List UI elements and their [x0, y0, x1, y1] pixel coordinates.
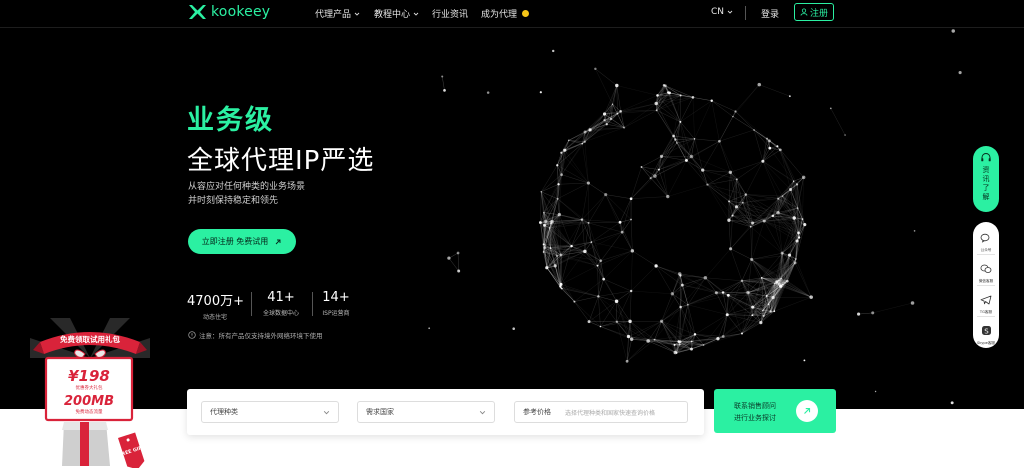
- nav-item-label: 行业资讯: [432, 10, 469, 20]
- telegram-service-button[interactable]: TG客服: [973, 290, 999, 315]
- price-label: 参考价格: [523, 408, 551, 416]
- stat-label: 动态住宅: [202, 314, 227, 321]
- user-icon: [800, 8, 808, 16]
- hero-subtitle-1: 从容应对任何种类的业务场景: [188, 182, 306, 192]
- country-select[interactable]: 需求国家: [357, 401, 495, 423]
- nav-item-become-agent[interactable]: 成为代理: [481, 7, 530, 20]
- stat-residential: 4700万+ 动态住宅: [187, 290, 244, 321]
- language-label: CN: [711, 7, 725, 17]
- language-selector[interactable]: CN: [711, 7, 733, 17]
- stat-label: 全球数据中心: [262, 310, 299, 317]
- contact-text: 联系销售顾问 进行业务探讨: [734, 400, 776, 424]
- chevron-down-icon: [479, 410, 486, 414]
- channel-label: Skype客服: [976, 341, 996, 345]
- reference-price-field[interactable]: 参考价格 选择代理种类和国家快速查询价格: [514, 401, 688, 423]
- stat-divider: [251, 292, 252, 316]
- stat-divider: [312, 292, 313, 316]
- divider: [977, 316, 995, 317]
- usage-notice: 注意：所有产品仅支持境外网络环境下使用: [188, 330, 323, 340]
- divider: [977, 285, 995, 286]
- kookeey-logo-icon: [189, 5, 206, 19]
- gift-price-caption: 优惠券大礼包: [76, 384, 103, 391]
- contact-line-2: 进行业务探讨: [734, 414, 776, 422]
- svg-text:S: S: [984, 327, 989, 335]
- proxy-type-label: 代理种类: [210, 408, 238, 416]
- hero-subtitle-2: 并时刻保持稳定和领先: [188, 196, 279, 206]
- channel-label: TG客服: [979, 310, 993, 314]
- stat-value: 14+: [322, 290, 350, 305]
- nav-item-news[interactable]: 行业资讯: [432, 7, 468, 20]
- wechat-service-button[interactable]: 微信客服: [973, 259, 999, 284]
- country-label: 需求国家: [366, 408, 394, 416]
- free-gift-tag: FREE GIFT: [118, 432, 146, 468]
- notice-text: 注意：所有产品仅支持境外网络环境下使用: [199, 332, 323, 340]
- hero-title: 全球代理IP严选: [187, 146, 375, 176]
- price-search-bar: 代理种类 需求国家 参考价格 选择代理种类和国家快速查询价格: [187, 389, 704, 435]
- coin-icon: [522, 10, 530, 17]
- cta-label: 立即注册 免费试用: [201, 237, 269, 246]
- nav-item-products[interactable]: 代理产品: [315, 7, 360, 20]
- chevron-down-icon: [354, 12, 360, 16]
- nav-divider: [745, 6, 746, 20]
- nav-item-label: 成为代理: [481, 10, 518, 20]
- channel-label: 微信客服: [978, 279, 994, 283]
- chevron-down-icon: [413, 12, 419, 16]
- official-account-button[interactable]: 公众号: [973, 228, 999, 253]
- channel-label: 公众号: [980, 248, 992, 252]
- register-button[interactable]: 注册: [794, 3, 834, 21]
- arrow-up-right-icon: [275, 239, 281, 244]
- nav-item-label: 教程中心: [374, 10, 411, 20]
- chevron-down-icon: [323, 410, 330, 414]
- contact-channels: 公众号 微信客服 TG客服 S Skype客服: [973, 222, 999, 348]
- divider: [977, 254, 995, 255]
- stat-datacenters: 41+ 全球数据中心: [259, 290, 303, 317]
- price-placeholder: 选择代理种类和国家快速查询价格: [565, 409, 656, 417]
- gift-amount-caption: 免费动态流量: [76, 408, 103, 415]
- top-nav: kookeey 代理产品 教程中心 行业资讯 成为代理 CN 登录 注册: [0, 0, 1024, 28]
- contact-line-1: 联系销售顾问: [734, 402, 776, 410]
- stat-value: 4700万+: [187, 294, 244, 309]
- free-gift-badge[interactable]: 免费领取试用礼包 ¥198 优惠券大礼包 200MB 免费动态流量 FREE G…: [30, 318, 150, 468]
- info-icon: [188, 331, 196, 339]
- proxy-type-select[interactable]: 代理种类: [201, 401, 339, 423]
- customer-support-button[interactable]: 资讯了解: [973, 146, 999, 212]
- register-free-trial-button[interactable]: 立即注册 免费试用: [188, 229, 296, 254]
- gift-amount: 200MB: [64, 394, 114, 409]
- support-label: 资讯了解: [982, 166, 990, 201]
- stat-value: 41+: [267, 290, 295, 305]
- chevron-down-icon: [727, 10, 733, 14]
- logo[interactable]: kookeey: [188, 4, 270, 20]
- gift-box-icon: [62, 422, 110, 466]
- stat-label: ISP运营商: [322, 310, 350, 317]
- gift-price: ¥198: [68, 367, 110, 385]
- register-label: 注册: [809, 8, 828, 19]
- stat-isp: 14+ ISP运营商: [318, 290, 354, 317]
- nav-item-label: 代理产品: [315, 10, 352, 20]
- globe-network-illustration: [428, 29, 962, 405]
- wechat-icon: [980, 233, 990, 243]
- headset-icon: [981, 152, 991, 162]
- telegram-icon: [980, 295, 992, 305]
- wechat-service-icon: [980, 264, 992, 273]
- login-label: 登录: [761, 10, 780, 20]
- contact-sales-button[interactable]: 联系销售顾问 进行业务探讨: [714, 389, 836, 433]
- skype-icon: S: [981, 326, 991, 335]
- login-link[interactable]: 登录: [761, 7, 779, 20]
- arrow-up-right-icon: [796, 400, 818, 422]
- skype-service-button[interactable]: S Skype客服: [973, 321, 999, 346]
- hero-title-highlight: 业务级: [187, 105, 274, 136]
- nav-item-tutorials[interactable]: 教程中心: [374, 7, 419, 20]
- logo-text: kookeey: [211, 4, 271, 20]
- gift-banner-text: 免费领取试用礼包: [60, 334, 120, 344]
- hero-section: [0, 29, 1024, 409]
